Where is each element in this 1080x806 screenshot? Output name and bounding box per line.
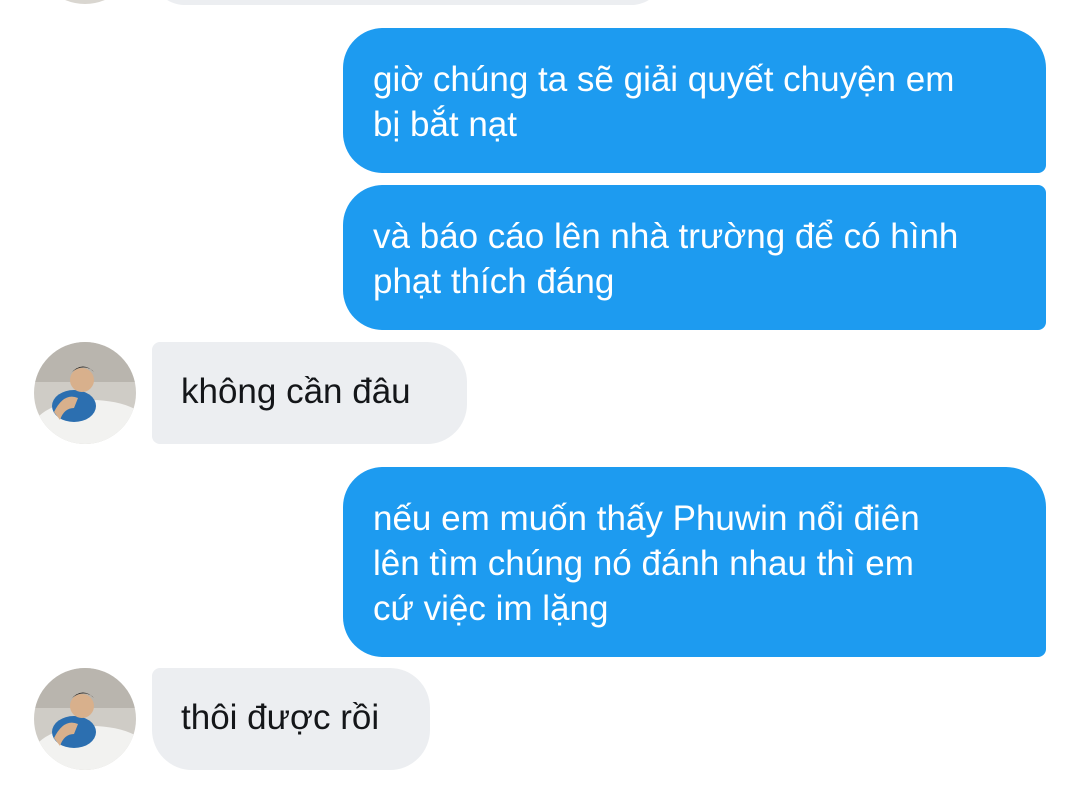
message-text-line: nếu em muốn thấy Phuwin nổi điên [373,499,920,538]
message-bubble-received[interactable]: thôi được rồi [152,668,430,770]
contact-avatar[interactable] [34,342,136,444]
message-bubble-received-partial[interactable] [152,0,664,5]
avatar-photo-icon [34,668,136,770]
message-bubble-sent[interactable]: và báo cáo lên nhà trường để có hình phạ… [343,185,1046,330]
chat-screen: giờ chúng ta sẽ giải quyết chuyện em bị … [0,0,1080,806]
message-text-line: giờ chúng ta sẽ giải quyết chuyện em [373,60,955,99]
avatar-photo-icon [34,342,136,444]
message-text-line: bị bắt nạt [373,105,517,144]
message-bubble-received[interactable]: không cần đâu [152,342,467,444]
message-text-line: không cần đâu [181,372,411,411]
contact-avatar-partial[interactable] [34,0,136,4]
message-text-line: lên tìm chúng nó đánh nhau thì em [373,544,914,583]
avatar-photo-icon [34,0,136,4]
message-text-line: thôi được rồi [181,698,380,737]
message-text-line: và báo cáo lên nhà trường để có hình [373,217,959,256]
message-bubble-sent[interactable]: giờ chúng ta sẽ giải quyết chuyện em bị … [343,28,1046,173]
message-text-line: cứ việc im lặng [373,589,609,628]
message-text-line: phạt thích đáng [373,262,615,301]
contact-avatar[interactable] [34,668,136,770]
message-bubble-sent[interactable]: nếu em muốn thấy Phuwin nổi điên lên tìm… [343,467,1046,657]
